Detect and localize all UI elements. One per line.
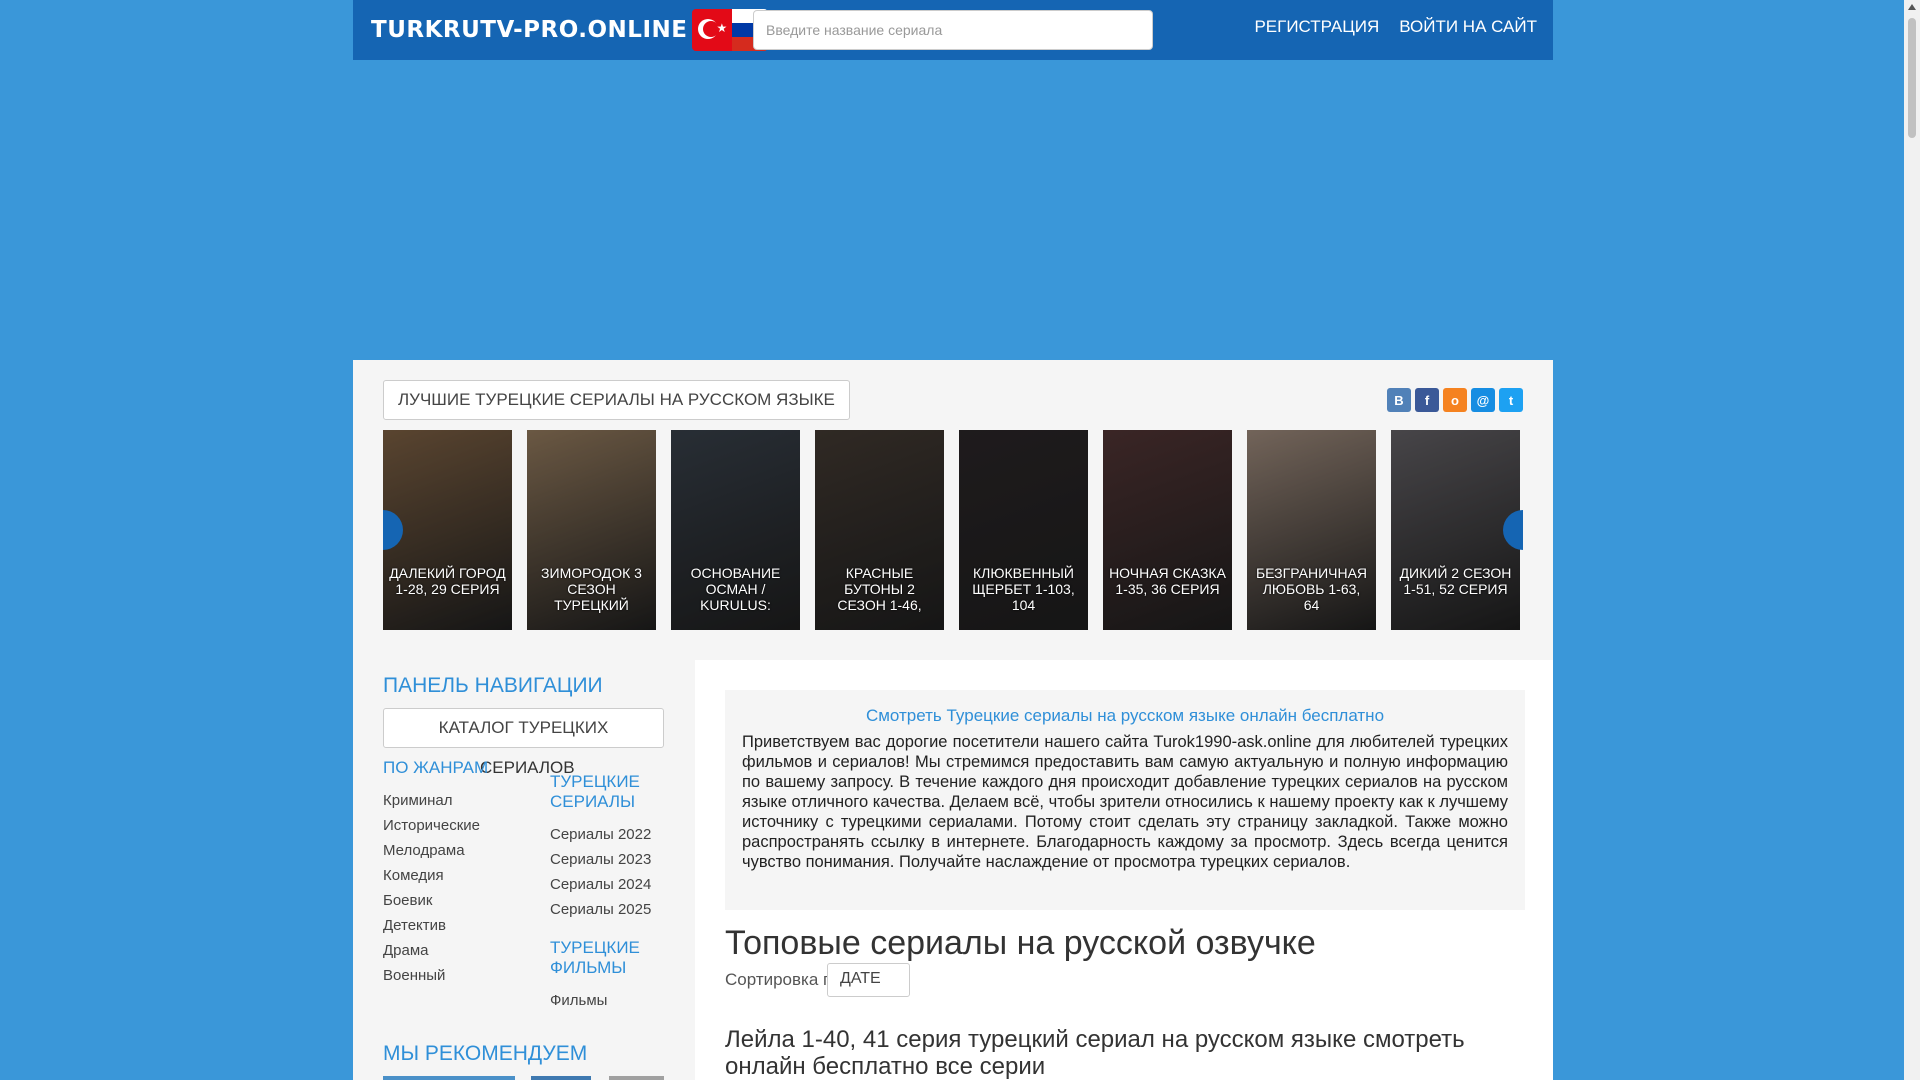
series-card[interactable]: ЗИМОРОДОК 3 СЕЗОН ТУРЕЦКИЙ [527,430,656,630]
films-link[interactable]: Фильмы [550,992,607,1009]
sort-label: Сортировка по [725,970,842,989]
series-item-title[interactable]: Лейла 1-40, 41 серия турецкий сериал на … [725,1026,1525,1080]
main-content: Смотреть Турецкие сериалы на русском язы… [695,660,1553,1080]
recommend-heading: МЫ РЕКОМЕНДУЕМ [383,1042,588,1065]
series-card[interactable]: ДИКИЙ 2 СЕЗОН 1-51, 52 СЕРИЯ [1391,430,1520,630]
social-share-bar: B f о @ t [1387,388,1523,412]
series-card[interactable]: ОСНОВАНИЕ ОСМАН / KURULUS: [671,430,800,630]
top-series-heading: Топовые сериалы на русской озвучке [725,924,1316,962]
nav-panel-heading: ПАНЕЛЬ НАВИГАЦИИ [383,674,603,697]
series-card[interactable]: БЕЗГРАНИЧНАЯ ЛЮБОВЬ 1-63, 64 [1247,430,1376,630]
series-carousel: ДАЛЕКИЙ ГОРОД 1-28, 29 СЕРИЯ ЗИМОРОДОК 3 … [383,430,1523,630]
facebook-icon[interactable]: f [1415,388,1439,412]
best-series-panel: ЛУЧШИЕ ТУРЕЦКИЕ СЕРИАЛЫ НА РУССКОМ ЯЗЫКЕ… [353,360,1553,660]
series-year-link[interactable]: Сериалы 2024 [550,876,651,893]
genre-link[interactable]: Военный [383,967,445,984]
page-scrollbar[interactable] [1904,0,1920,1080]
register-link[interactable]: РЕГИСТРАЦИЯ [1254,17,1379,37]
intro-box: Смотреть Турецкие сериалы на русском язы… [725,690,1525,910]
genre-link[interactable]: Драма [383,942,429,959]
best-series-title[interactable]: ЛУЧШИЕ ТУРЕЦКИЕ СЕРИАЛЫ НА РУССКОМ ЯЗЫКЕ [383,380,850,420]
series-card-title: БЕЗГРАНИЧНАЯ ЛЮБОВЬ 1-63, 64 [1255,565,1368,613]
scroll-up-icon[interactable] [1908,4,1916,10]
genre-link[interactable]: Мелодрама [383,842,465,859]
ad-banner-area [353,60,1553,360]
turkish-films-heading[interactable]: ТУРЕЦКИЕ ФИЛЬМЫ [550,938,660,978]
genre-link[interactable]: Криминал [383,792,453,809]
series-card-title: ДАЛЕКИЙ ГОРОД 1-28, 29 СЕРИЯ [389,565,506,597]
series-card-title: ДИКИЙ 2 СЕЗОН 1-51, 52 СЕРИЯ [1399,565,1512,597]
series-card-title: НОЧНАЯ СКАЗКА 1-35, 36 СЕРИЯ [1109,565,1226,597]
series-card-title: КЛЮКВЕННЫЙ ЩЕРБЕТ 1-103, 104 [972,565,1075,613]
series-year-link[interactable]: Сериалы 2025 [550,901,651,918]
intro-text: Приветствуем вас дорогие посетители наше… [742,733,1508,871]
genre-link[interactable]: Исторические [383,817,480,834]
vk-icon[interactable]: B [1387,388,1411,412]
turkish-series-heading[interactable]: ТУРЕЦКИЕ СЕРИАЛЫ [550,772,660,812]
mailru-icon[interactable]: @ [1471,388,1495,412]
recommend-thumb[interactable] [383,1076,515,1080]
logo-text: TURKRUTV-PRO.ONLINE [371,17,688,43]
odnoklassniki-icon[interactable]: о [1443,388,1467,412]
series-card-title: ЗИМОРОДОК 3 СЕЗОН ТУРЕЦКИЙ [541,565,642,613]
login-link[interactable]: ВОЙТИ НА САЙТ [1399,17,1537,37]
search-input[interactable] [753,10,1153,50]
sort-select[interactable]: ДАТЕ [827,963,910,997]
genres-heading[interactable]: ПО ЖАНРАМ [383,758,488,778]
scrollbar-thumb[interactable] [1908,18,1916,138]
auth-links: РЕГИСТРАЦИЯ ВОЙТИ НА САЙТ [1254,17,1537,37]
series-card[interactable]: НОЧНАЯ СКАЗКА 1-35, 36 СЕРИЯ [1103,430,1232,630]
series-card-title: ОСНОВАНИЕ ОСМАН / KURULUS: [690,565,781,613]
series-year-link[interactable]: Сериалы 2022 [550,826,651,843]
intro-title[interactable]: Смотреть Турецкие сериалы на русском язы… [725,706,1525,726]
series-card[interactable]: КРАСНЫЕ БУТОНЫ 2 СЕЗОН 1-46, [815,430,944,630]
series-card[interactable]: КЛЮКВЕННЫЙ ЩЕРБЕТ 1-103, 104 [959,430,1088,630]
site-logo[interactable]: TURKRUTV-PRO.ONLINE ★ [371,9,769,51]
twitter-icon[interactable]: t [1499,388,1523,412]
genre-link[interactable]: Комедия [383,867,444,884]
series-year-link[interactable]: Сериалы 2023 [550,851,651,868]
genre-link[interactable]: Детектив [383,917,446,934]
site-header: TURKRUTV-PRO.ONLINE ★ РЕГИСТРАЦИЯ ВОЙТИ … [353,0,1553,60]
sidebar: ПАНЕЛЬ НАВИГАЦИИ КАТАЛОГ ТУРЕЦКИХ СЕРИАЛ… [353,660,695,1080]
catalog-button[interactable]: КАТАЛОГ ТУРЕЦКИХ [383,708,664,748]
recommend-thumb[interactable] [531,1076,591,1080]
series-card-title: КРАСНЫЕ БУТОНЫ 2 СЕЗОН 1-46, [837,565,922,613]
recommend-thumb[interactable] [609,1076,664,1080]
genre-link[interactable]: Боевик [383,892,432,909]
